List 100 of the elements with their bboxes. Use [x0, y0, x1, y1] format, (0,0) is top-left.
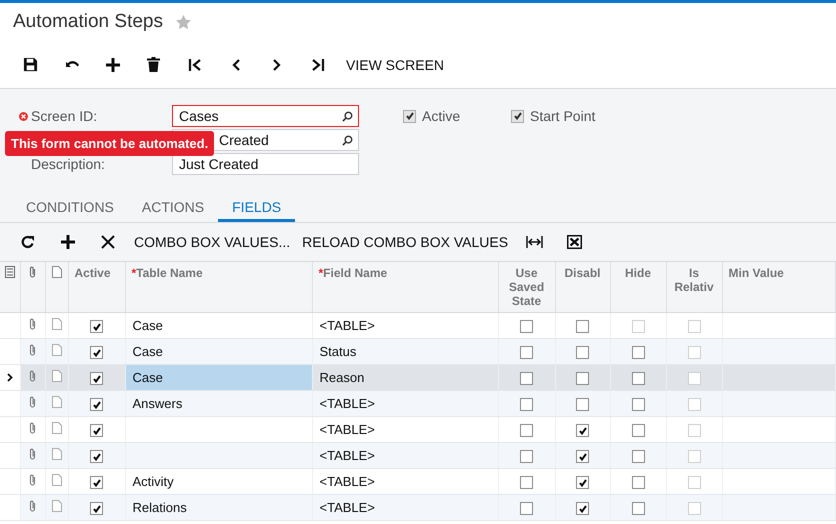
checkbox[interactable]: [576, 372, 589, 386]
note-icon[interactable]: [52, 370, 62, 382]
error-icon: [19, 112, 28, 120]
paperclip-icon[interactable]: [29, 422, 36, 434]
row-selector-icon[interactable]: [4, 266, 15, 278]
checkbox[interactable]: [520, 450, 533, 464]
search-icon[interactable]: [342, 134, 353, 146]
table-cell: <TABLE>: [320, 448, 375, 463]
column-header[interactable]: Active: [74, 266, 111, 280]
table-cell[interactable]: Case: [125, 364, 312, 390]
excel-icon: [566, 235, 582, 249]
column-header[interactable]: Hide: [624, 266, 651, 280]
checkbox[interactable]: [520, 502, 533, 516]
paperclip-icon[interactable]: [29, 344, 36, 356]
paperclip-icon[interactable]: [29, 396, 36, 408]
paperclip-icon[interactable]: [29, 500, 36, 512]
plus-icon: [61, 235, 75, 249]
table-cell: <TABLE>: [320, 396, 375, 411]
screen-id-field[interactable]: Cases: [172, 105, 359, 127]
required-marker: *: [318, 266, 324, 280]
note-icon[interactable]: [52, 422, 62, 434]
table-cell[interactable]: Case: [125, 338, 312, 364]
search-icon[interactable]: [342, 110, 353, 122]
paperclip-icon[interactable]: [29, 448, 36, 460]
table-cell[interactable]: Relations: [125, 494, 312, 520]
required-marker: *: [132, 266, 136, 280]
chevron-right-icon: [272, 58, 282, 72]
start-point-checkbox[interactable]: [511, 110, 524, 122]
checkbox[interactable]: [632, 502, 644, 516]
column-header[interactable]: Table Name: [136, 266, 203, 280]
error-tooltip: This form cannot be automated.: [5, 131, 214, 156]
table-cell: Reason: [320, 370, 364, 385]
note-icon[interactable]: [52, 448, 62, 460]
checkbox-label: Start Point: [530, 108, 596, 124]
page-title: Automation Steps: [13, 11, 163, 33]
note-icon[interactable]: [52, 500, 62, 512]
table-cell: <TABLE>: [320, 318, 375, 333]
table-cell[interactable]: Answers: [125, 390, 312, 416]
table-cell: <TABLE>: [320, 474, 375, 489]
table-cell: <TABLE>: [320, 422, 375, 437]
plus-icon: [106, 58, 120, 72]
tab[interactable]: CONDITIONS: [12, 187, 128, 222]
checkbox[interactable]: [90, 424, 103, 438]
note-icon: [52, 266, 62, 278]
paperclip-icon[interactable]: [29, 370, 36, 382]
column-header[interactable]: Field Name: [323, 266, 388, 280]
note-icon[interactable]: [52, 344, 62, 356]
checkbox[interactable]: [632, 398, 644, 412]
last-icon: [310, 58, 324, 72]
checkbox[interactable]: [90, 372, 103, 386]
column-header[interactable]: Min Value: [728, 266, 784, 280]
checkbox[interactable]: [90, 346, 103, 360]
first-icon: [188, 58, 202, 72]
checkbox[interactable]: [520, 476, 533, 490]
star-icon[interactable]: [174, 14, 192, 30]
description-field[interactable]: Just Created: [172, 153, 359, 175]
note-icon[interactable]: [52, 474, 62, 486]
checkbox[interactable]: [90, 320, 103, 334]
chevron-left-icon: [230, 58, 240, 72]
toolbar-button[interactable]: RELOAD COMBO BOX VALUES: [296, 228, 514, 256]
checkbox[interactable]: [632, 372, 644, 386]
active-checkbox[interactable]: [403, 110, 416, 122]
checkbox[interactable]: [576, 320, 589, 334]
refresh-icon: [21, 235, 35, 249]
table-cell: <TABLE>: [320, 500, 375, 515]
note-icon[interactable]: [52, 318, 62, 330]
paperclip-icon[interactable]: [29, 318, 36, 330]
checkbox[interactable]: [576, 502, 589, 516]
checkbox[interactable]: [576, 450, 589, 464]
checkbox[interactable]: [632, 424, 644, 438]
checkbox[interactable]: [90, 450, 103, 464]
column-header[interactable]: Disabl: [564, 266, 600, 280]
checkbox[interactable]: [520, 346, 533, 360]
checkbox[interactable]: [90, 502, 103, 516]
note-icon[interactable]: [52, 396, 62, 408]
paperclip-icon[interactable]: [29, 474, 36, 486]
tab[interactable]: ACTIONS: [128, 187, 218, 222]
table-cell: Status: [320, 344, 356, 359]
paperclip-icon: [29, 266, 36, 278]
checkbox[interactable]: [576, 346, 589, 360]
save-icon: [23, 57, 38, 72]
field-label: Screen ID:: [31, 108, 98, 124]
checkbox[interactable]: [632, 476, 644, 490]
current-row-icon: [6, 373, 13, 382]
checkbox[interactable]: [632, 450, 644, 464]
checkbox[interactable]: [576, 398, 589, 412]
checkbox[interactable]: [576, 424, 589, 438]
checkbox[interactable]: [520, 398, 533, 412]
checkbox[interactable]: [520, 320, 533, 334]
close-icon: [101, 235, 115, 249]
view-screen-button[interactable]: VIEW SCREEN: [338, 50, 452, 78]
checkbox[interactable]: [90, 398, 103, 412]
checkbox-label: Active: [422, 108, 460, 124]
checkbox[interactable]: [520, 424, 533, 438]
checkbox[interactable]: [90, 476, 103, 490]
field-label: Description:: [30, 156, 105, 172]
checkbox[interactable]: [632, 346, 644, 360]
toolbar-button[interactable]: COMBO BOX VALUES...: [128, 228, 296, 256]
checkbox[interactable]: [520, 372, 533, 386]
checkbox[interactable]: [576, 476, 589, 490]
